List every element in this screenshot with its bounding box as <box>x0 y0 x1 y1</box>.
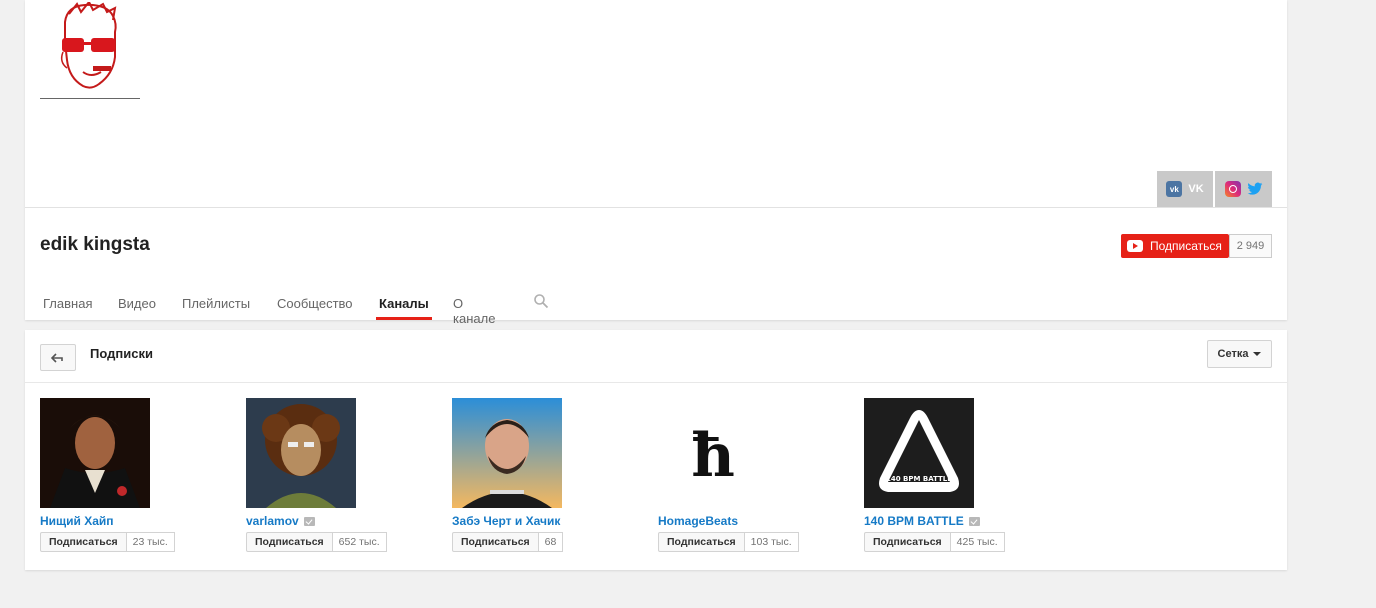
back-arrow-icon <box>51 352 63 363</box>
channel-avatar-logo[interactable] <box>55 2 125 92</box>
channel-subscribe-button[interactable]: Подписаться <box>864 532 951 552</box>
channel-card: ħ HomageBeats Подписаться 103 тыс. <box>658 398 828 552</box>
twitter-icon[interactable] <box>1247 182 1263 196</box>
channel-card: 140 BPM BATTLE 140 BPM BATTLE Подписатьс… <box>864 398 1034 552</box>
channel-banner: vk VK <box>25 0 1287 208</box>
channel-subscriber-count: 103 тыс. <box>744 532 799 552</box>
channel-name: 140 BPM BATTLE <box>864 514 964 528</box>
instagram-icon[interactable] <box>1224 181 1241 197</box>
verified-icon <box>303 516 315 526</box>
tab-about[interactable]: О канале <box>450 284 498 326</box>
channel-name: Забэ Черт и Хачик <box>452 514 561 528</box>
homage-logo: ħ <box>691 421 735 491</box>
verified-icon <box>968 516 980 526</box>
subscribe-button[interactable]: Подписаться <box>1121 234 1229 258</box>
search-icon[interactable] <box>533 293 549 309</box>
vk-label: VK <box>1188 183 1204 195</box>
caret-down-icon <box>1253 352 1262 356</box>
back-button[interactable] <box>40 344 76 371</box>
youtube-play-icon <box>1127 240 1143 252</box>
channel-thumbnail[interactable] <box>40 398 150 508</box>
channel-name-link[interactable]: HomageBeats <box>658 514 828 528</box>
channel-name-link[interactable]: Забэ Черт и Хачик <box>452 514 622 528</box>
channel-header-card: vk VK edik kingsta Подписаться 2 949 Гла… <box>25 0 1287 326</box>
channel-thumbnail[interactable] <box>452 398 562 508</box>
channel-name-link[interactable]: 140 BPM BATTLE <box>864 514 1034 528</box>
subscribe-label: Подписаться <box>1150 239 1222 253</box>
channel-name: varlamov <box>246 514 299 528</box>
tab-channels[interactable]: Каналы <box>376 284 432 320</box>
view-dropdown-label: Сетка <box>1217 348 1249 360</box>
channel-subscriber-count: 652 тыс. <box>332 532 387 552</box>
vk-icon: vk <box>1166 181 1183 197</box>
channel-subscribe-button[interactable]: Подписаться <box>658 532 745 552</box>
channel-subscriber-count: 23 тыс. <box>126 532 175 552</box>
channel-name: HomageBeats <box>658 514 739 528</box>
subscriptions-card: Подписки Сетка Нищий Хайп Подписаться 23… <box>25 330 1287 570</box>
channel-card: Забэ Черт и Хачик Подписаться 68 <box>452 398 622 552</box>
social-links-group[interactable] <box>1215 171 1272 207</box>
bpm-logo-text: 140 BPM BATTLE <box>886 475 952 483</box>
channel-name: Нищий Хайп <box>40 514 114 528</box>
tab-home[interactable]: Главная <box>40 284 95 320</box>
channel-thumbnail[interactable]: 140 BPM BATTLE <box>864 398 974 508</box>
subscriber-count: 2 949 <box>1229 234 1272 258</box>
channel-card: varlamov Подписаться 652 тыс. <box>246 398 416 552</box>
tab-videos[interactable]: Видео <box>115 284 159 320</box>
channel-thumbnail[interactable] <box>246 398 356 508</box>
section-divider <box>25 382 1287 383</box>
channel-card: Нищий Хайп Подписаться 23 тыс. <box>40 398 210 552</box>
channel-subscriber-count: 68 <box>538 532 564 552</box>
section-title: Подписки <box>90 346 153 361</box>
channel-subscriber-count: 425 тыс. <box>950 532 1005 552</box>
channel-subscribe-button[interactable]: Подписаться <box>40 532 127 552</box>
channel-name-link[interactable]: Нищий Хайп <box>40 514 210 528</box>
tab-playlists[interactable]: Плейлисты <box>179 284 253 320</box>
view-dropdown[interactable]: Сетка <box>1207 340 1272 368</box>
tab-community[interactable]: Сообщество <box>274 284 356 320</box>
channel-title: edik kingsta <box>40 234 150 255</box>
channel-name-link[interactable]: varlamov <box>246 514 416 528</box>
social-link-vk[interactable]: vk VK <box>1157 171 1213 207</box>
channel-thumbnail[interactable]: ħ <box>658 398 768 508</box>
channel-subscribe-button[interactable]: Подписаться <box>452 532 539 552</box>
logo-underline <box>40 98 140 99</box>
channel-subscribe-button[interactable]: Подписаться <box>246 532 333 552</box>
